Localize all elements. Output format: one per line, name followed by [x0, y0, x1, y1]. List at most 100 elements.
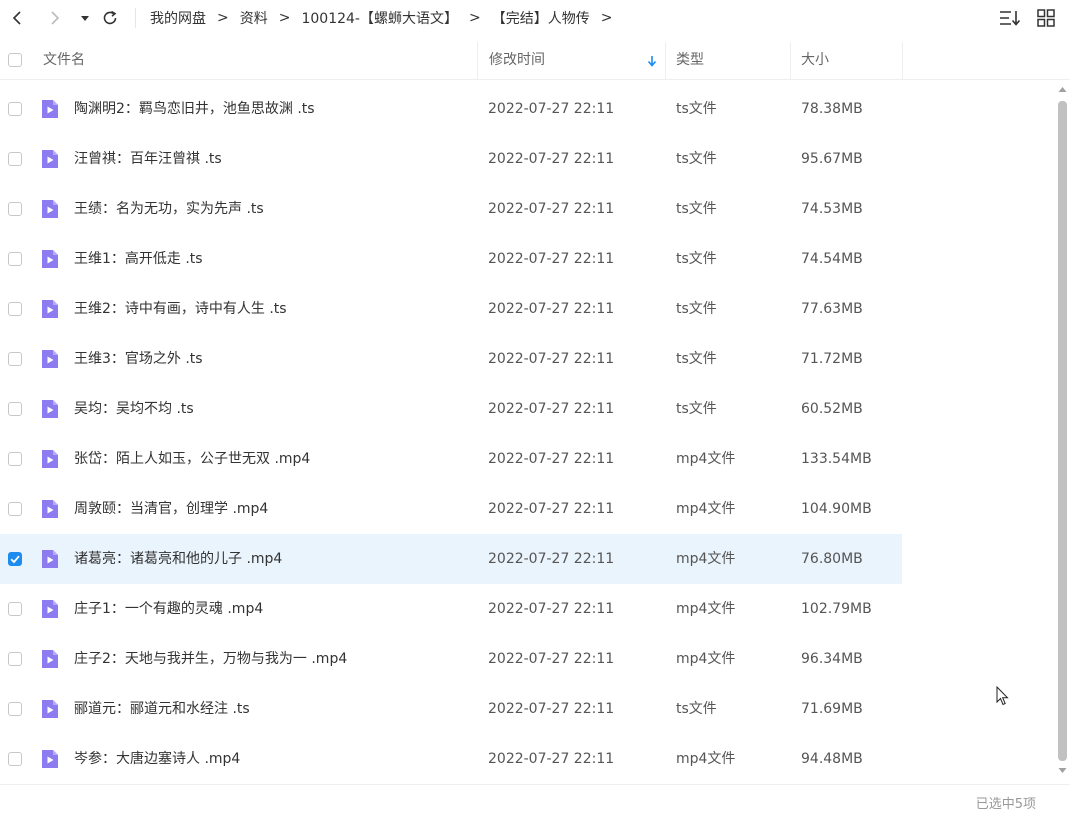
- file-name[interactable]: 周敦颐：当清官，创理学 .mp4: [74, 484, 268, 534]
- file-name[interactable]: 陶渊明2：羁鸟恋旧井，池鱼思故渊 .ts: [74, 84, 315, 134]
- column-header-size[interactable]: 大小: [801, 42, 829, 79]
- file-name[interactable]: 庄子1：一个有趣的灵魂 .mp4: [74, 584, 263, 634]
- back-button[interactable]: [6, 7, 28, 29]
- forward-button[interactable]: [44, 7, 66, 29]
- file-size: 76.80MB: [801, 551, 863, 567]
- file-row[interactable]: 庄子1：一个有趣的灵魂 .mp4 2022-07-27 22:11 mp4文件 …: [0, 584, 902, 634]
- column-divider[interactable]: [477, 42, 478, 79]
- scroll-down-arrow-icon[interactable]: [1058, 767, 1067, 774]
- row-checkbox[interactable]: [8, 202, 22, 216]
- file-row[interactable]: 庄子2：天地与我并生，万物与我为一 .mp4 2022-07-27 22:11 …: [0, 634, 902, 684]
- chevron-left-icon: [12, 11, 21, 25]
- file-row[interactable]: 张岱：陌上人如玉，公子世无双 .mp4 2022-07-27 22:11 mp4…: [0, 434, 902, 484]
- video-file-icon: [42, 700, 58, 718]
- chevron-right-icon: [51, 11, 60, 25]
- column-header-name[interactable]: 文件名: [43, 42, 85, 79]
- breadcrumb-item[interactable]: 资料: [240, 8, 268, 28]
- file-row[interactable]: 岑参：大唐边塞诗人 .mp4 2022-07-27 22:11 mp4文件 94…: [0, 734, 902, 784]
- file-modified-time: 2022-07-27 22:11: [488, 601, 615, 617]
- file-modified-time: 2022-07-27 22:11: [488, 101, 615, 117]
- file-name[interactable]: 汪曾祺：百年汪曾祺 .ts: [74, 134, 222, 184]
- video-file-icon: [42, 350, 58, 368]
- refresh-button[interactable]: [99, 7, 121, 29]
- file-modified-time: 2022-07-27 22:11: [488, 251, 615, 267]
- select-all-checkbox[interactable]: [8, 53, 22, 67]
- file-row[interactable]: 王绩：名为无功，实为先声 .ts 2022-07-27 22:11 ts文件 7…: [0, 184, 902, 234]
- row-checkbox[interactable]: [8, 302, 22, 316]
- file-type: mp4文件: [676, 751, 736, 767]
- column-divider[interactable]: [790, 42, 791, 79]
- file-name[interactable]: 王维2：诗中有画，诗中有人生 .ts: [74, 284, 287, 334]
- sort-icon: [1000, 11, 1021, 26]
- file-row[interactable]: 诸葛亮：诸葛亮和他的儿子 .mp4 2022-07-27 22:11 mp4文件…: [0, 534, 902, 584]
- file-name[interactable]: 张岱：陌上人如玉，公子世无双 .mp4: [74, 434, 310, 484]
- column-divider[interactable]: [902, 42, 903, 79]
- file-name[interactable]: 诸葛亮：诸葛亮和他的儿子 .mp4: [74, 534, 282, 584]
- file-row[interactable]: 吴均：吴均不均 .ts 2022-07-27 22:11 ts文件 60.52M…: [0, 384, 902, 434]
- file-type: ts文件: [676, 101, 717, 117]
- breadcrumb-item[interactable]: 【完结】人物传: [492, 8, 590, 28]
- row-checkbox[interactable]: [8, 352, 22, 366]
- file-type: ts文件: [676, 701, 717, 717]
- video-file-icon: [42, 500, 58, 518]
- video-file-icon: [42, 200, 58, 218]
- file-size: 94.48MB: [801, 751, 863, 767]
- file-row[interactable]: 王维1：高开低走 .ts 2022-07-27 22:11 ts文件 74.54…: [0, 234, 902, 284]
- file-name[interactable]: 庄子2：天地与我并生，万物与我为一 .mp4: [74, 634, 347, 684]
- scroll-up-arrow-icon[interactable]: [1058, 86, 1067, 93]
- row-checkbox[interactable]: [8, 502, 22, 516]
- file-size: 78.38MB: [801, 101, 863, 117]
- row-checkbox[interactable]: [8, 552, 22, 566]
- column-divider[interactable]: [665, 42, 666, 79]
- row-checkbox[interactable]: [8, 152, 22, 166]
- mouse-cursor-icon: [996, 686, 1009, 706]
- sort-button[interactable]: [999, 7, 1021, 29]
- file-type: mp4文件: [676, 451, 736, 467]
- breadcrumb-item[interactable]: 100124-【螺蛳大语文】: [301, 8, 458, 28]
- file-row[interactable]: 郦道元：郦道元和水经注 .ts 2022-07-27 22:11 ts文件 71…: [0, 684, 902, 734]
- row-checkbox[interactable]: [8, 702, 22, 716]
- file-name[interactable]: 王绩：名为无功，实为先声 .ts: [74, 184, 264, 234]
- file-modified-time: 2022-07-27 22:11: [488, 451, 615, 467]
- breadcrumb-separator: >: [600, 10, 613, 26]
- breadcrumb-item[interactable]: 我的网盘: [150, 8, 206, 28]
- toolbar-separator: [135, 8, 136, 28]
- row-checkbox[interactable]: [8, 752, 22, 766]
- row-checkbox[interactable]: [8, 102, 22, 116]
- row-checkbox[interactable]: [8, 252, 22, 266]
- file-size: 96.34MB: [801, 651, 863, 667]
- checkmark-icon: [10, 555, 20, 564]
- file-name[interactable]: 吴均：吴均不均 .ts: [74, 384, 194, 434]
- video-file-icon: [42, 300, 58, 318]
- file-type: ts文件: [676, 401, 717, 417]
- scrollbar-thumb[interactable]: [1058, 101, 1067, 761]
- file-type: mp4文件: [676, 501, 736, 517]
- row-checkbox[interactable]: [8, 652, 22, 666]
- file-name[interactable]: 岑参：大唐边塞诗人 .mp4: [74, 734, 240, 784]
- file-modified-time: 2022-07-27 22:11: [488, 751, 615, 767]
- video-file-icon: [42, 150, 58, 168]
- file-row[interactable]: 周敦颐：当清官，创理学 .mp4 2022-07-27 22:11 mp4文件 …: [0, 484, 902, 534]
- status-bar: 已选中5项: [0, 784, 1069, 826]
- grid-view-button[interactable]: [1035, 7, 1057, 29]
- history-dropdown-button[interactable]: [74, 7, 96, 29]
- column-header-type[interactable]: 类型: [676, 42, 704, 79]
- file-type: ts文件: [676, 201, 717, 217]
- breadcrumb-separator: >: [217, 10, 229, 26]
- file-row[interactable]: 陶渊明2：羁鸟恋旧井，池鱼思故渊 .ts 2022-07-27 22:11 ts…: [0, 84, 902, 134]
- file-size: 74.54MB: [801, 251, 863, 267]
- file-row[interactable]: 王维2：诗中有画，诗中有人生 .ts 2022-07-27 22:11 ts文件…: [0, 284, 902, 334]
- file-name[interactable]: 王维3：官场之外 .ts: [74, 334, 203, 384]
- row-checkbox[interactable]: [8, 602, 22, 616]
- file-name[interactable]: 王维1：高开低走 .ts: [74, 234, 203, 284]
- column-header-time[interactable]: 修改时间: [489, 42, 545, 79]
- grid-icon: [1037, 9, 1055, 27]
- video-file-icon: [42, 650, 58, 668]
- row-checkbox[interactable]: [8, 402, 22, 416]
- video-file-icon: [42, 100, 58, 118]
- file-name[interactable]: 郦道元：郦道元和水经注 .ts: [74, 684, 250, 734]
- row-checkbox[interactable]: [8, 452, 22, 466]
- file-row[interactable]: 汪曾祺：百年汪曾祺 .ts 2022-07-27 22:11 ts文件 95.6…: [0, 134, 902, 184]
- file-modified-time: 2022-07-27 22:11: [488, 301, 615, 317]
- file-row[interactable]: 王维3：官场之外 .ts 2022-07-27 22:11 ts文件 71.72…: [0, 334, 902, 384]
